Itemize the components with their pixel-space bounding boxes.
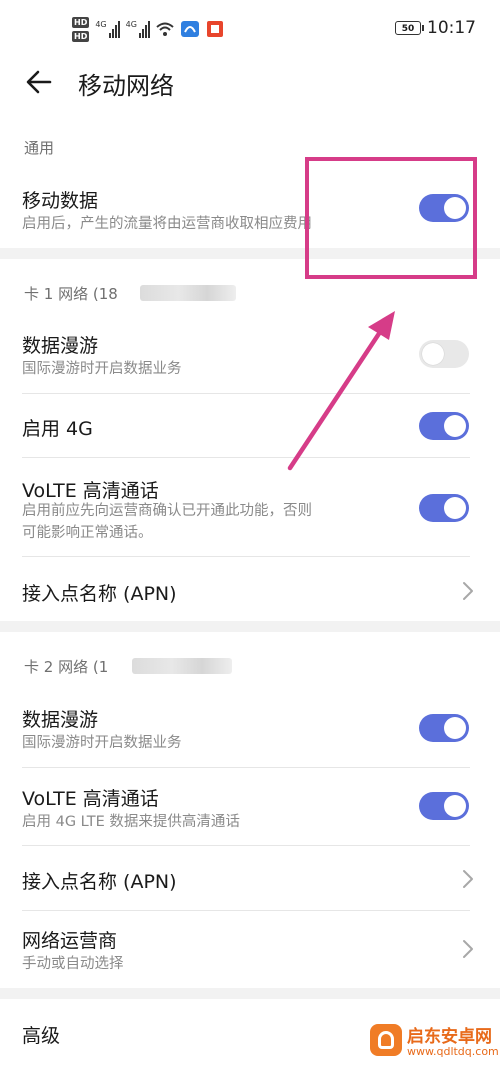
sim1-volte-toggle[interactable] [419,494,469,522]
annotation-highlight-box [305,157,477,279]
status-icons-left: HD HD 4G 4G [72,12,224,46]
sim2-volte-title: VoLTE 高清通话 [22,788,159,810]
watermark-logo-icon [370,1024,402,1056]
signal-icon-sim2: 4G [126,20,150,38]
mobile-data-title: 移动数据 [22,190,99,212]
toggle-knob [444,497,466,519]
listen-app-icon [206,21,223,37]
chevron-right-icon [463,870,473,888]
sim2-roaming-toggle[interactable] [419,714,469,742]
sim1-roaming-subtitle: 国际漫游时开启数据业务 [22,361,182,377]
toggle-knob [444,717,466,739]
sim2-carrier-title: 网络运营商 [22,930,118,952]
watermark-url: www.qdltdq.com [407,1045,499,1058]
network-type-sim2: 4G [125,20,137,29]
network-type-sim1: 4G [95,20,107,29]
signal-icon-sim1: 4G [95,20,120,38]
sim1-volte-subtitle-line2: 可能影响正常通话。 [22,525,153,541]
toggle-knob [444,415,466,437]
divider [22,845,470,846]
section-gap [0,621,500,632]
hd-badge-1: HD [72,16,90,28]
divider [22,910,470,911]
clock: 10:17 [427,18,476,38]
sim1-roaming-toggle[interactable] [419,340,469,368]
chevron-right-icon [463,582,473,600]
divider [22,556,470,557]
sim1-apn-title: 接入点名称 (APN) [22,583,177,605]
hd-badge-2: HD [72,30,90,42]
sim2-volte-toggle[interactable] [419,792,469,820]
advanced-title: 高级 [22,1025,61,1047]
hd-indicators: HD HD [72,16,90,42]
watermark-name: 启东安卓网 [407,1027,492,1047]
sim2-roaming-title: 数据漫游 [22,709,99,731]
toggle-knob [444,795,466,817]
sim1-roaming-title: 数据漫游 [22,335,99,357]
sim1-volte-title: VoLTE 高清通话 [22,480,159,502]
sim2-volte-subtitle: 启用 4G LTE 数据来提供高清通话 [22,814,240,830]
sim1-4g-toggle[interactable] [419,412,469,440]
status-bar: HD HD 4G 4G 50 10:17 [0,0,500,58]
status-icons-right: 50 10:17 [395,18,476,38]
sim1-4g-title: 启用 4G [22,418,93,440]
redacted-phone-number [140,285,236,301]
page-title: 移动网络 [78,72,174,100]
sim1-volte-subtitle-line1: 启用前应先向运营商确认已开通此功能，否则 [22,503,312,519]
section-header-general: 通用 [24,139,55,157]
redacted-phone-number [132,658,232,674]
section-header-sim1: 卡 1 网络 (18 [24,285,118,303]
app-notification-icon [180,21,199,37]
back-arrow-icon[interactable] [24,67,54,97]
sim2-apn-title: 接入点名称 (APN) [22,871,177,893]
wifi-icon [156,22,174,36]
section-header-sim2: 卡 2 网络 (1 [24,658,109,676]
section-gap [0,988,500,999]
mobile-data-subtitle: 启用后，产生的流量将由运营商收取相应费用 [22,216,312,232]
toggle-knob [422,343,444,365]
divider [22,457,470,458]
chevron-right-icon [463,940,473,958]
divider [22,767,470,768]
app-bar: 移动网络 [0,58,500,108]
sim2-roaming-subtitle: 国际漫游时开启数据业务 [22,735,182,751]
battery-icon: 50 [395,21,424,35]
site-watermark: 启东安卓网 www.qdltdq.com [370,1020,499,1068]
divider [22,393,470,394]
sim2-carrier-subtitle: 手动或自动选择 [22,956,124,972]
